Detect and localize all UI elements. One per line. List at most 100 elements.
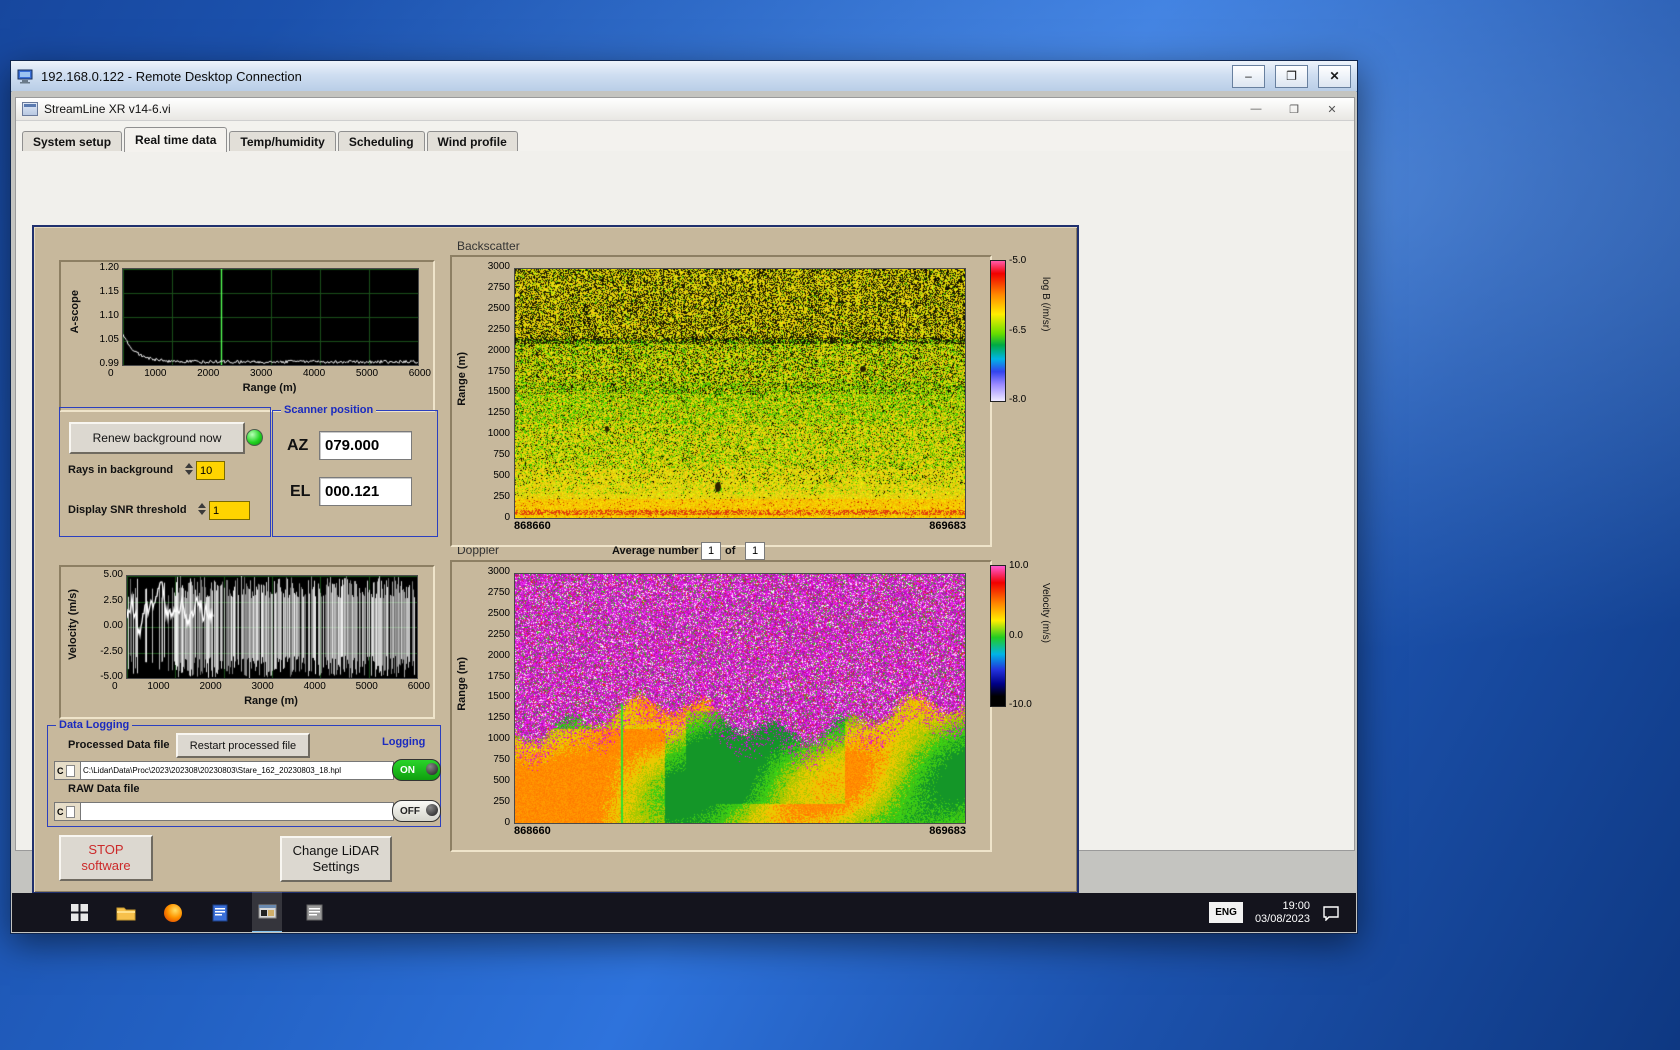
tick-label: 1000 bbox=[488, 429, 510, 439]
rdp-minimize-button[interactable]: – bbox=[1232, 65, 1265, 88]
file-explorer-button[interactable] bbox=[111, 893, 141, 932]
toggle-on-label: ON bbox=[400, 765, 415, 776]
background-status-led bbox=[246, 429, 263, 446]
average-of-field[interactable]: 1 bbox=[745, 542, 765, 560]
az-value-field[interactable]: 079.000 bbox=[319, 431, 412, 460]
tick-label: 1.10 bbox=[100, 311, 119, 321]
doppler-graph-frame: Range (m) 300027502500225020001750150012… bbox=[450, 560, 992, 852]
tick-label: 750 bbox=[493, 450, 510, 460]
file-explorer-icon bbox=[116, 905, 136, 921]
average-of-label: of bbox=[725, 545, 735, 557]
tick-label: 2750 bbox=[488, 588, 510, 598]
tick-label: 5000 bbox=[356, 681, 378, 692]
rdp-window-title: 192.168.0.122 - Remote Desktop Connectio… bbox=[41, 69, 1222, 84]
ascope-plot bbox=[122, 268, 419, 366]
tick-label: 1250 bbox=[488, 408, 510, 418]
velocity-x-ticks: 0100020003000400050006000 bbox=[112, 681, 430, 692]
windows-start-icon bbox=[71, 904, 88, 921]
toggle-knob bbox=[426, 804, 438, 816]
scanner-position-title: Scanner position bbox=[281, 404, 376, 416]
vi-close-button[interactable]: ✕ bbox=[1316, 100, 1348, 118]
change-lidar-settings-button[interactable]: Change LiDAR Settings bbox=[280, 836, 392, 882]
language-indicator[interactable]: ENG bbox=[1209, 902, 1243, 923]
tab-temp-humidity[interactable]: Temp/humidity bbox=[229, 131, 335, 152]
az-label: AZ bbox=[287, 437, 308, 455]
tick-label: 0 bbox=[504, 513, 510, 523]
raw-logging-toggle[interactable]: OFF bbox=[392, 800, 441, 822]
backscatter-x-ticks: 868660869683 bbox=[514, 520, 966, 532]
tab-system-setup[interactable]: System setup bbox=[22, 131, 122, 152]
scan-scheduler-button[interactable] bbox=[299, 893, 329, 932]
taskbar: ENG 19:00 03/08/2023 bbox=[12, 893, 1356, 932]
tick-label: 2000 bbox=[197, 368, 219, 379]
tick-label: 2750 bbox=[488, 283, 510, 293]
snr-value-field[interactable]: 1 bbox=[209, 501, 250, 520]
tab-scheduling[interactable]: Scheduling bbox=[338, 131, 425, 152]
restart-processed-file-button[interactable]: Restart processed file bbox=[176, 733, 310, 758]
backscatter-heatmap bbox=[514, 268, 966, 519]
desktop: 192.168.0.122 - Remote Desktop Connectio… bbox=[0, 0, 1680, 1050]
browse-icon bbox=[66, 765, 75, 777]
tick-label: 4000 bbox=[304, 681, 326, 692]
tick-label: 0 bbox=[504, 818, 510, 828]
tab-real-time-data[interactable]: Real time data bbox=[124, 127, 227, 152]
clock-date: 03/08/2023 bbox=[1255, 913, 1310, 926]
tab-wind-profile[interactable]: Wind profile bbox=[427, 131, 518, 152]
processed-file-path-field[interactable]: C:\Lidar\Data\Proc\2023\202308\20230803\… bbox=[80, 761, 394, 780]
tab-strip: System setup Real time data Temp/humidit… bbox=[16, 127, 1354, 152]
logging-label: Logging bbox=[382, 736, 425, 748]
doppler-heatmap bbox=[514, 573, 966, 824]
average-number-field[interactable]: 1 bbox=[701, 542, 721, 560]
drive-letter: C bbox=[57, 807, 64, 817]
tick-label: -8.0 bbox=[1009, 394, 1026, 405]
rdp-close-button[interactable]: ✕ bbox=[1318, 65, 1351, 88]
tick-label: 6000 bbox=[408, 681, 430, 692]
action-center-icon[interactable] bbox=[1322, 905, 1340, 921]
vi-maximize-button[interactable]: ❐ bbox=[1278, 100, 1310, 118]
tick-label: -10.0 bbox=[1009, 699, 1032, 710]
toggle-off-label: OFF bbox=[400, 806, 420, 817]
rays-value-field[interactable]: 10 bbox=[196, 461, 225, 480]
backscatter-colorbar-ticks: -5.0-6.5-8.0 bbox=[1009, 255, 1026, 405]
remote-desktop-area: StreamLine XR v14-6.vi — ❐ ✕ System setu… bbox=[12, 91, 1356, 932]
snr-spinner[interactable] bbox=[197, 500, 207, 517]
rays-in-background-label: Rays in background bbox=[68, 464, 173, 476]
ascope-y-axis-label: A-scope bbox=[69, 290, 81, 333]
remote-desktop-icon bbox=[17, 69, 34, 84]
streamline-app-button[interactable] bbox=[252, 892, 282, 932]
tick-label: 1.15 bbox=[100, 287, 119, 297]
doppler-y-axis-label: Range (m) bbox=[456, 657, 468, 711]
text-editor-button[interactable] bbox=[205, 893, 235, 932]
tick-label: 3000 bbox=[252, 681, 274, 692]
tick-label: 0 bbox=[112, 681, 118, 692]
tick-label: 2000 bbox=[488, 651, 510, 661]
vi-front-panel: Backscatter Doppler A-scope 1.201.151.10… bbox=[16, 151, 1354, 850]
stop-button-line2: software bbox=[81, 858, 130, 874]
firefox-button[interactable] bbox=[158, 893, 188, 932]
renew-background-button[interactable]: Renew background now bbox=[69, 422, 245, 454]
tick-label: 1000 bbox=[488, 734, 510, 744]
backscatter-title: Backscatter bbox=[457, 239, 520, 253]
processed-logging-toggle[interactable]: ON bbox=[392, 759, 441, 781]
stop-software-button[interactable]: STOP software bbox=[59, 835, 153, 881]
tick-label: 500 bbox=[493, 776, 510, 786]
raw-file-path-field[interactable] bbox=[80, 802, 394, 821]
tick-label: 1000 bbox=[144, 368, 166, 379]
el-value-field[interactable]: 000.121 bbox=[319, 477, 412, 506]
vi-minimize-button[interactable]: — bbox=[1240, 100, 1272, 118]
vi-titlebar[interactable]: StreamLine XR v14-6.vi — ❐ ✕ bbox=[16, 98, 1354, 121]
rdp-titlebar[interactable]: 192.168.0.122 - Remote Desktop Connectio… bbox=[11, 61, 1357, 92]
tick-label: 2250 bbox=[488, 630, 510, 640]
vi-window-title: StreamLine XR v14-6.vi bbox=[44, 102, 1234, 116]
tick-label: 0.0 bbox=[1009, 630, 1032, 641]
taskbar-clock[interactable]: 19:00 03/08/2023 bbox=[1255, 900, 1310, 926]
tick-label: 2000 bbox=[488, 346, 510, 356]
tick-label: 2500 bbox=[488, 304, 510, 314]
rdp-maximize-button[interactable]: ❐ bbox=[1275, 65, 1308, 88]
rays-spinner[interactable] bbox=[184, 460, 194, 477]
average-number-label: Average number bbox=[612, 545, 698, 557]
tick-label: 250 bbox=[493, 492, 510, 502]
tick-label: 10.0 bbox=[1009, 560, 1032, 571]
start-button[interactable] bbox=[64, 893, 94, 932]
vi-window: StreamLine XR v14-6.vi — ❐ ✕ System setu… bbox=[15, 97, 1355, 851]
